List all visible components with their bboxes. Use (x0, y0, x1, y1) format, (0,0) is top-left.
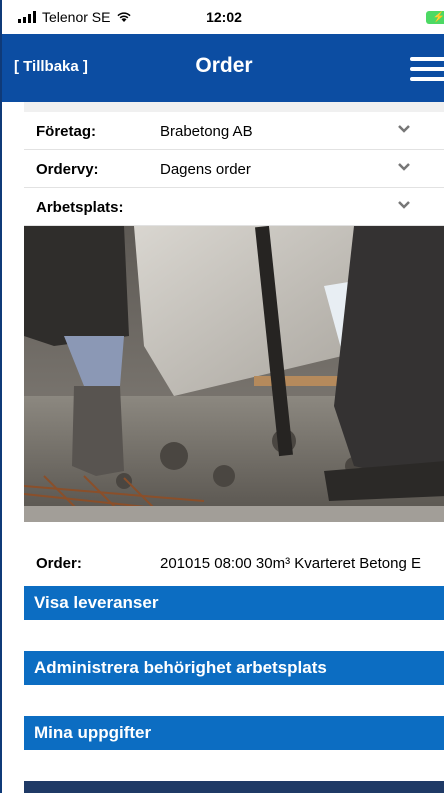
app-header: [ Tillbaka ] Order (2, 34, 444, 102)
company-value: Brabetong AB (160, 123, 253, 140)
order-row[interactable]: Order: 201015 08:00 30m³ Kvarteret Beton… (24, 544, 444, 580)
hamburger-icon[interactable] (410, 57, 444, 81)
workplace-label: Arbetsplats: (36, 199, 124, 216)
next-button-partial[interactable] (24, 781, 444, 793)
header-spacer (24, 102, 444, 112)
manage-workplace-access-button[interactable]: Administrera behörighet arbetsplats (24, 651, 444, 685)
workplace-select[interactable]: Arbetsplats: (24, 188, 444, 226)
chevron-down-icon (398, 201, 410, 209)
chevron-down-icon (398, 125, 410, 133)
chevron-down-icon (398, 163, 410, 171)
order-view-label: Ordervy: (36, 161, 99, 178)
order-label: Order: (36, 555, 82, 572)
status-bar: Telenor SE 12:02 ⚡ (2, 0, 444, 34)
my-info-button[interactable]: Mina uppgifter (24, 716, 444, 750)
status-time: 12:02 (206, 9, 242, 25)
show-deliveries-button[interactable]: Visa leveranser (24, 586, 444, 620)
page-title: Order (195, 54, 253, 77)
order-value: 201015 08:00 30m³ Kvarteret Betong E (160, 555, 422, 572)
app-frame: Telenor SE 12:02 ⚡ [ Tillbaka ] Order Fö… (0, 0, 444, 793)
order-view-value: Dagens order (160, 161, 251, 178)
company-select[interactable]: Företag: Brabetong AB (24, 112, 444, 150)
order-view-select[interactable]: Ordervy: Dagens order (24, 150, 444, 188)
battery-charging-icon: ⚡ (426, 11, 444, 24)
company-label: Företag: (36, 123, 96, 140)
concrete-pouring-photo (24, 226, 444, 522)
